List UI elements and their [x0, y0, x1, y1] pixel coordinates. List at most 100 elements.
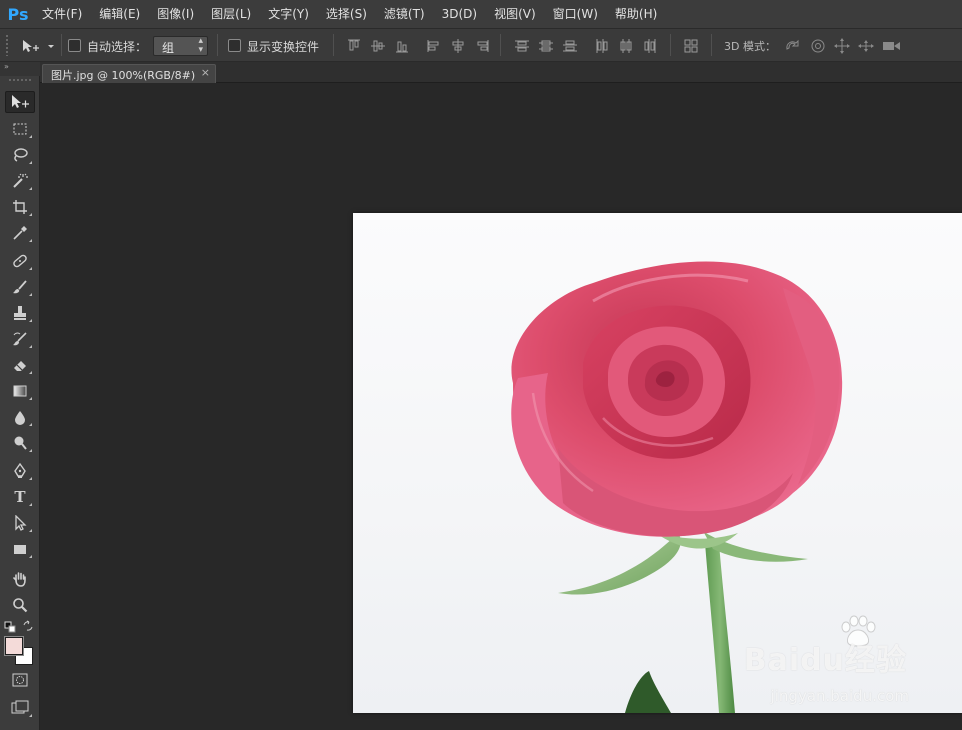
eraser-tool[interactable]: [5, 354, 35, 376]
blur-tool[interactable]: [5, 406, 35, 428]
gradient-tool[interactable]: [5, 380, 35, 402]
options-separator: [61, 34, 62, 56]
tool-flyout-indicator: [29, 187, 32, 190]
watermark-url: jingyan.baidu.com: [770, 687, 909, 705]
options-separator: [333, 34, 334, 56]
menu-window[interactable]: 窗口(W): [547, 0, 604, 28]
zoom-tool[interactable]: [5, 594, 35, 616]
auto-select-value: 组: [162, 41, 175, 55]
screen-mode-button[interactable]: [5, 697, 35, 719]
lasso-tool[interactable]: [5, 144, 35, 166]
lasso-icon: [14, 148, 28, 162]
align-vertical-centers-icon[interactable]: [370, 38, 386, 54]
history-brush-tool[interactable]: [5, 328, 35, 350]
menu-filter[interactable]: 滤镜(T): [378, 0, 431, 28]
options-bar: 自动选择： 组 ▴ ▾ 显示变换控件 3D 模式：: [0, 28, 962, 62]
hand-tool[interactable]: [5, 568, 35, 590]
menu-bar: Ps 文件(F) 编辑(E) 图像(I) 图层(L) 文字(Y) 选择(S) 滤…: [0, 0, 962, 28]
auto-select-checkbox[interactable]: [68, 39, 81, 52]
tool-preset-picker[interactable]: [20, 37, 58, 55]
tool-flyout-indicator: [29, 397, 32, 400]
align-right-edges-icon[interactable]: [474, 38, 490, 54]
show-transform-label: 显示变换控件: [247, 40, 320, 54]
slide-3d-icon[interactable]: [857, 37, 874, 53]
healing-brush-tool[interactable]: [5, 250, 35, 272]
align-horizontal-centers-icon[interactable]: [450, 38, 466, 54]
type-tool[interactable]: T: [5, 486, 35, 508]
distribute-top-icon[interactable]: [514, 38, 530, 54]
tool-flyout-indicator: [29, 239, 32, 242]
mode-3d-label: 3D 模式：: [724, 40, 776, 53]
quick-mask-button[interactable]: [5, 669, 35, 691]
tools-panel: » T: [0, 62, 40, 730]
path-selection-tool[interactable]: [5, 512, 35, 534]
menu-help[interactable]: 帮助(H): [609, 0, 663, 28]
options-grip[interactable]: [5, 34, 9, 56]
align-left-edges-icon[interactable]: [426, 38, 442, 54]
menu-image[interactable]: 图像(I): [151, 0, 200, 28]
menu-select[interactable]: 选择(S): [320, 0, 373, 28]
default-colors-icon[interactable]: [4, 621, 16, 633]
tool-flyout-indicator: [29, 449, 32, 452]
roll-3d-icon[interactable]: [809, 37, 825, 53]
tool-flyout-indicator: [29, 267, 32, 270]
history-brush-icon: [13, 332, 27, 346]
document-tab[interactable]: 图片.jpg @ 100%(RGB/8#) ×: [42, 64, 216, 83]
magic-wand-tool[interactable]: [5, 170, 35, 192]
photoshop-logo: Ps: [7, 4, 29, 24]
tool-flyout-indicator: [29, 293, 32, 296]
dodge-tool[interactable]: [5, 432, 35, 454]
close-tab-icon[interactable]: ×: [201, 66, 210, 79]
options-separator: [500, 34, 501, 56]
crop-tool[interactable]: [5, 196, 35, 218]
path-selection-icon: [15, 515, 27, 531]
move-tool[interactable]: [5, 91, 35, 113]
dodge-icon: [14, 436, 27, 450]
eyedropper-tool[interactable]: [5, 222, 35, 244]
pen-tool[interactable]: [5, 460, 35, 482]
tool-flyout-indicator: [29, 555, 32, 558]
menu-layer[interactable]: 图层(L): [205, 0, 257, 28]
distribute-left-icon[interactable]: [594, 38, 610, 54]
align-bottom-edges-icon[interactable]: [394, 38, 410, 54]
zoom-icon: [13, 598, 28, 613]
brush-tool[interactable]: [5, 276, 35, 298]
clone-stamp-tool[interactable]: [5, 302, 35, 324]
rotate-3d-icon[interactable]: [784, 37, 800, 53]
drag-3d-icon[interactable]: [833, 37, 850, 54]
menu-type[interactable]: 文字(Y): [262, 0, 315, 28]
gradient-icon: [13, 385, 27, 397]
distribute-bottom-icon[interactable]: [562, 38, 578, 54]
foreground-color-swatch[interactable]: [5, 637, 23, 655]
scale-3d-camera-icon[interactable]: [881, 37, 900, 53]
rectangle-tool[interactable]: [5, 538, 35, 560]
tool-flyout-indicator: [29, 477, 32, 480]
marquee-tool[interactable]: [5, 118, 35, 140]
menu-file[interactable]: 文件(F): [36, 0, 88, 28]
document-canvas[interactable]: Baidu经验 jingyan.baidu.com: [353, 213, 962, 713]
align-top-edges-icon[interactable]: [346, 38, 362, 54]
eraser-icon: [14, 361, 26, 371]
tool-flyout-indicator: [29, 423, 32, 426]
tools-panel-header: »: [0, 62, 40, 76]
collapse-panel-icon[interactable]: »: [4, 62, 9, 71]
distribute-vertical-centers-icon[interactable]: [538, 38, 554, 54]
canvas-area[interactable]: Baidu经验 jingyan.baidu.com: [41, 83, 962, 730]
distribute-horizontal-centers-icon[interactable]: [618, 38, 634, 54]
tool-flyout-indicator: [29, 371, 32, 374]
tool-flyout-indicator: [29, 503, 32, 506]
distribute-right-icon[interactable]: [642, 38, 658, 54]
auto-select-dropdown[interactable]: 组 ▴ ▾: [153, 36, 208, 56]
menu-edit[interactable]: 编辑(E): [93, 0, 146, 28]
menu-3d[interactable]: 3D(D): [436, 0, 483, 28]
menu-view[interactable]: 视图(V): [488, 0, 542, 28]
rectangle-icon: [14, 545, 26, 554]
move-tool-preset-icon: [23, 40, 54, 52]
document-tab-strip: 图片.jpg @ 100%(RGB/8#) ×: [40, 62, 962, 83]
tools-panel-grip[interactable]: [8, 78, 32, 82]
show-transform-checkbox[interactable]: [228, 39, 241, 52]
pen-icon: [14, 463, 26, 478]
auto-align-layers-icon[interactable]: [683, 38, 699, 54]
options-separator: [670, 34, 671, 56]
swap-colors-icon[interactable]: [22, 620, 34, 632]
